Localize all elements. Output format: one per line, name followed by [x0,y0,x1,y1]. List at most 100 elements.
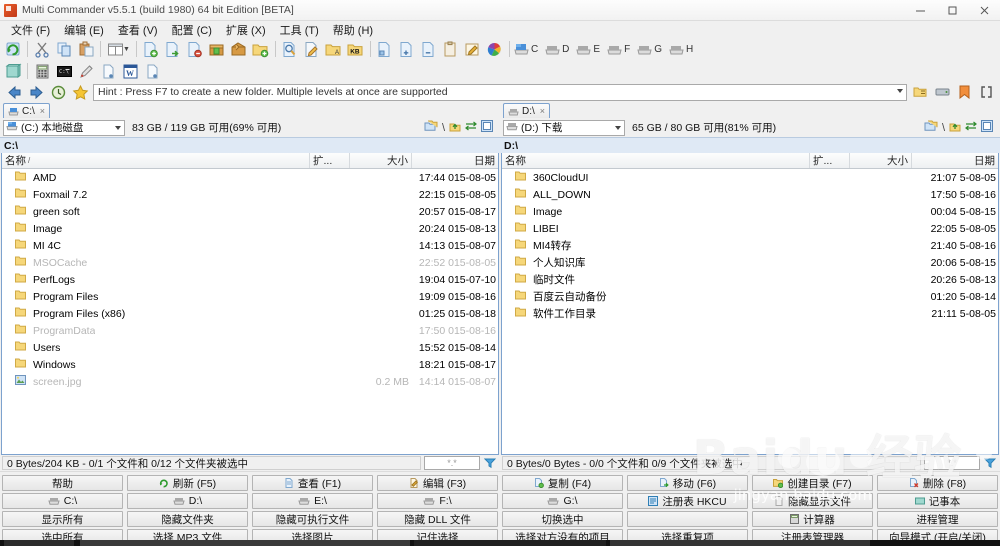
color-wheel-icon[interactable] [484,39,506,59]
table-row[interactable]: 百度云自动备份 5-08-14 01:20 [502,288,998,305]
menu-config[interactable]: 配置 (C) [165,20,219,40]
column-ext[interactable]: 扩... [310,153,350,168]
word-icon[interactable]: W [119,61,141,81]
menu-edit[interactable]: 编辑 (E) [57,20,111,40]
function-button-r2c7[interactable]: 隐藏显示文件 [752,493,873,509]
clipboard-icon[interactable] [440,39,462,59]
maximize-icon[interactable] [936,0,968,20]
new-folder-icon[interactable] [250,39,272,59]
function-button-r1c4[interactable]: 编辑 (F3) [377,475,498,491]
function-button-r2c1[interactable]: C:\ [2,493,123,509]
column-size[interactable]: 大小 [350,153,412,168]
minimize-icon[interactable] [904,0,936,20]
column-name[interactable]: 名称 [502,153,810,168]
chevron-down-icon[interactable] [897,88,903,93]
function-button-r3c6[interactable] [627,511,748,527]
column-ext[interactable]: 扩... [810,153,850,168]
menu-help[interactable]: 帮助 (H) [326,20,380,40]
notes-icon[interactable] [462,39,484,59]
star-icon[interactable] [69,83,91,101]
pack-icon[interactable] [206,39,228,59]
pen-icon[interactable] [75,61,97,81]
search-icon[interactable] [279,39,301,59]
console-icon[interactable]: C:\ [53,61,75,81]
table-row[interactable]: green soft 015-08-17 20:57 [2,203,498,220]
function-button-r3c8[interactable]: 进程管理 [877,511,998,527]
drive-button-g[interactable]: G [636,42,666,57]
folder-sync-icon[interactable]: A [323,39,345,59]
function-button-r3c4[interactable]: 隐藏 DLL 文件 [377,511,498,527]
function-button-r1c7[interactable]: 创建目录 (F7) [752,475,873,491]
hdd-icon[interactable] [931,83,953,101]
table-row[interactable]: PerfLogs 015-07-10 19:04 [2,271,498,288]
table-row[interactable]: Program Files (x86) 015-08-18 01:25 [2,305,498,322]
left-file-list[interactable]: 名称 / 扩... 大小 日期 AMD 015-08-05 17:44 Foxmai… [1,153,499,455]
up-folder-icon[interactable] [449,120,461,135]
column-date[interactable]: 日期 [412,153,498,168]
drive-button-e[interactable]: E [575,42,604,57]
function-button-r1c2[interactable]: 刷新 (F5) [127,475,248,491]
left-filter-input[interactable]: *.* [424,456,480,470]
table-row[interactable]: Image 015-08-13 20:24 [2,220,498,237]
table-row[interactable]: Image 5-08-15 00:04 [502,203,998,220]
column-size[interactable]: 大小 [850,153,912,168]
back-arrow-icon[interactable] [3,83,25,101]
table-row[interactable]: 软件工作目录 5-08-05 21:11 [502,305,998,322]
function-button-r3c7[interactable]: 计算器 [752,511,873,527]
panel-options-icon[interactable] [981,120,993,135]
page2-icon[interactable] [141,61,163,81]
menu-extend[interactable]: 扩展 (X) [219,20,273,40]
bookmark-icon[interactable] [953,83,975,101]
function-button-r1c6[interactable]: 移动 (F6) [627,475,748,491]
forward-arrow-icon[interactable] [25,83,47,101]
table-row[interactable]: Windows 015-08-17 18:21 [2,356,498,373]
function-button-r1c1[interactable]: 帮助 [2,475,123,491]
kb-icon[interactable]: KB [345,39,367,59]
menu-tools[interactable]: 工具 (T) [273,20,326,40]
table-row[interactable]: AMD 015-08-05 17:44 [2,169,498,186]
filter-icon[interactable] [482,456,498,470]
file-left-icon[interactable] [374,39,396,59]
file-add-icon[interactable] [396,39,418,59]
function-button-r3c2[interactable]: 隐藏文件夹 [127,511,248,527]
table-row[interactable]: Users 015-08-14 15:52 [2,339,498,356]
edit-icon[interactable] [301,39,323,59]
dropdown-caret-icon[interactable]: ▼ [123,46,130,53]
function-button-r1c3[interactable]: 查看 (F1) [252,475,373,491]
drive-button-f[interactable]: F [606,42,634,57]
cut-icon[interactable] [31,39,53,59]
close-icon[interactable] [968,0,1000,20]
chevron-down-icon[interactable] [115,125,121,130]
function-button-r2c6[interactable]: 注册表 HKCU [627,493,748,509]
table-row[interactable]: MI 4C 015-08-07 14:13 [2,237,498,254]
move-file-icon[interactable] [162,39,184,59]
chevron-down-icon[interactable] [615,125,621,130]
history-clock-icon[interactable] [47,83,69,101]
function-button-r2c2[interactable]: D:\ [127,493,248,509]
folder-tree-icon[interactable] [909,83,931,101]
refresh-icon[interactable] [2,39,24,59]
menu-view[interactable]: 查看 (V) [111,20,165,40]
folder-pair-icon[interactable] [424,120,438,135]
copy-icon[interactable] [53,39,75,59]
up-folder-icon[interactable] [949,120,961,135]
file-remove-icon[interactable] [418,39,440,59]
drive-button-d[interactable]: D [544,42,573,57]
command-input[interactable]: Hint : Press F7 to create a new folder. … [93,83,907,101]
function-button-r1c5[interactable]: 复制 (F4) [502,475,623,491]
function-button-r1c8[interactable]: 删除 (F8) [877,475,998,491]
close-icon[interactable]: × [540,106,545,116]
delete-file-icon[interactable] [184,39,206,59]
table-row[interactable]: ALL_DOWN 5-08-16 17:50 [502,186,998,203]
function-button-r2c3[interactable]: E:\ [252,493,373,509]
left-drive-selector[interactable]: (C:) 本地磁盘 [3,119,125,136]
column-name[interactable]: 名称 / [2,153,310,168]
table-row[interactable]: screen.jpg 0.2 MB 015-08-07 14:14 [2,373,498,390]
table-row[interactable]: 个人知识库 5-08-15 20:06 [502,254,998,271]
function-button-r2c4[interactable]: F:\ [377,493,498,509]
function-button-r3c3[interactable]: 隐藏可执行文件 [252,511,373,527]
sync-browse-icon[interactable] [465,120,477,135]
close-icon[interactable]: × [40,106,45,116]
calculator-icon[interactable] [31,61,53,81]
folder-pair-icon[interactable] [924,120,938,135]
